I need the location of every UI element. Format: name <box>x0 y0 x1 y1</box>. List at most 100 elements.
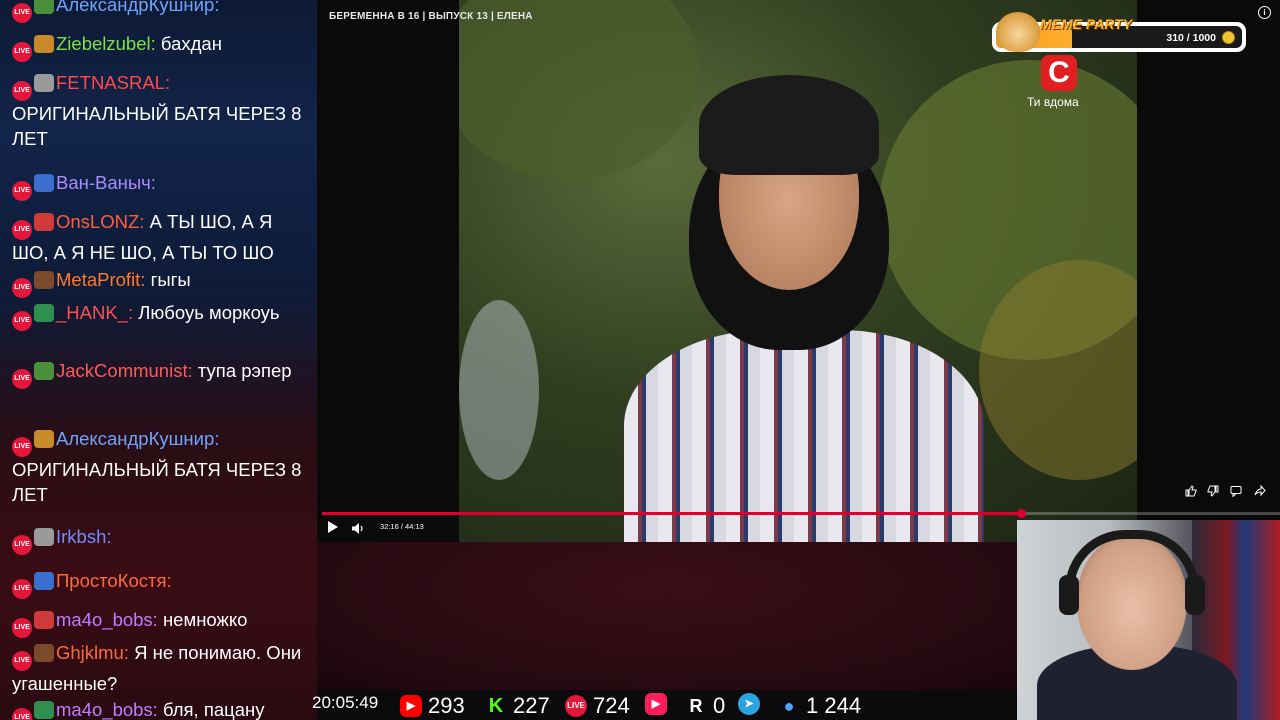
chat-nickname[interactable]: ПростоКостя: <box>56 570 172 591</box>
live-badge-icon: LIVE <box>12 535 32 555</box>
chat-message: LIVE MetaProfit: гыгы <box>12 267 308 298</box>
chat-text: бля, пацану <box>162 699 265 720</box>
chat-message: LIVE JackCommunist: тупа рэпер <box>12 358 308 389</box>
rumble-icon: R <box>689 696 703 716</box>
chat-text: Любоуь моркоуь <box>138 302 280 323</box>
vkplay-viewers: ▶ <box>645 693 667 715</box>
chat-nickname[interactable]: АлександрКушнир: <box>56 0 219 15</box>
channel-name: Ти вдома <box>1027 95 1079 109</box>
chat-nickname[interactable]: ma4o_bobs: <box>56 609 158 630</box>
video-frame: С Ти вдома <box>459 0 1137 542</box>
volume-icon[interactable] <box>352 521 364 539</box>
live-badge-icon: LIVE <box>12 3 32 23</box>
chat-nickname[interactable]: _HANK_: <box>56 302 133 323</box>
chat-panel: LIVE АлександрКушнир: LIVE Ziebelzubel: бах… <box>0 0 317 720</box>
user-badge-icon <box>34 572 54 590</box>
person-figure <box>624 330 984 542</box>
chat-text: гыгы <box>150 269 191 290</box>
chat-nickname[interactable]: ma4o_bobs: <box>56 699 158 720</box>
chat-text: ОРИГИНАЛЬНЫЙ БАТЯ ЧЕРЕЗ 8 ЛЕТ <box>12 459 302 505</box>
live-badge-icon: LIVE <box>12 579 32 599</box>
chat-nickname[interactable]: Ziebelzubel: <box>56 33 156 54</box>
user-badge-icon <box>34 35 54 53</box>
like-icon[interactable] <box>1184 485 1198 499</box>
live-badge-icon: LIVE <box>12 278 32 298</box>
video-title[interactable]: БЕРЕМЕННА В 16 | ВЫПУСК 13 | ЕЛЕНА <box>329 11 533 22</box>
user-badge-icon <box>34 213 54 231</box>
coin-icon <box>1222 31 1235 44</box>
vkplay-icon: ▶ <box>645 693 667 715</box>
live-badge-icon: LIVE <box>12 81 32 101</box>
chat-nickname[interactable]: JackCommunist: <box>56 360 193 381</box>
chat-message: LIVE АлександрКушнир: <box>12 0 308 23</box>
kick-viewers: K 227 <box>485 693 550 719</box>
beanie <box>699 75 879 175</box>
chat-nickname[interactable]: OnsLONZ: <box>56 211 144 232</box>
chat-text: тупа рэпер <box>197 360 292 381</box>
live-viewers: LIVE 724 <box>565 693 630 719</box>
live-badge-icon: LIVE <box>12 618 32 638</box>
total-viewers: ● 1 244 <box>778 693 862 719</box>
telegram-link: ➤ <box>738 693 760 715</box>
live-badge-icon: LIVE <box>12 369 32 389</box>
chat-message: LIVE Ван-Ваныч: <box>12 170 308 201</box>
live-icon: LIVE <box>565 695 587 717</box>
live-badge-icon: LIVE <box>12 181 32 201</box>
chat-nickname[interactable]: FETNASRAL: <box>56 72 170 93</box>
chat-nickname[interactable]: Ghjklmu: <box>56 642 129 663</box>
user-badge-icon <box>34 644 54 662</box>
live-badge-icon: LIVE <box>12 220 32 240</box>
chat-message: LIVE ПростоКостя: <box>12 568 308 599</box>
user-badge-icon <box>34 271 54 289</box>
live-badge-icon: LIVE <box>12 651 32 671</box>
chat-message: LIVE Irkbsh: <box>12 524 308 555</box>
live-badge-icon: LIVE <box>12 42 32 62</box>
stream-stats-bar: 20:05:49 ▶ 293 K 227 LIVE 724 ▶ R 0 ➤ ● … <box>300 690 900 720</box>
chat-text: ОРИГИНАЛЬНЫЙ БАТЯ ЧЕРЕЗ 8 ЛЕТ <box>12 103 302 149</box>
chat-nickname[interactable]: АлександрКушнир: <box>56 428 219 449</box>
chat-message: LIVE _HANK_: Любоуь моркоуь <box>12 300 308 331</box>
chat-nickname[interactable]: Ван-Ваныч: <box>56 172 156 193</box>
rumble-viewers: R 0 <box>685 693 726 719</box>
share-icon[interactable] <box>1253 484 1267 499</box>
user-badge-icon <box>34 74 54 92</box>
user-badge-icon <box>34 611 54 629</box>
user-badge-icon <box>34 701 54 719</box>
user-badge-icon <box>34 528 54 546</box>
chat-message: LIVE Ziebelzubel: бахдан <box>12 31 308 62</box>
live-badge-icon: LIVE <box>12 708 32 720</box>
live-badge-icon: LIVE <box>12 311 32 331</box>
comment-icon[interactable] <box>1229 485 1243 499</box>
play-icon[interactable] <box>328 520 338 538</box>
user-badge-icon <box>34 362 54 380</box>
time-display: 32:16 / 44:13 <box>380 522 424 531</box>
youtube-viewers: ▶ 293 <box>400 693 465 719</box>
chat-message: LIVE ma4o_bobs: немножко <box>12 607 308 638</box>
kick-icon: K <box>488 695 504 717</box>
dislike-icon[interactable] <box>1206 485 1220 499</box>
chat-message: LIVE OnsLONZ: А ТЫ ШО, А Я ШО, А Я НЕ ШО,… <box>12 209 308 265</box>
meme-party-count: 310 / 1000 <box>1166 32 1216 44</box>
user-badge-icon <box>34 430 54 448</box>
headphones <box>1065 530 1199 610</box>
user-badge-icon <box>34 0 54 14</box>
viewers-icon: ● <box>783 696 795 716</box>
lower-panel <box>317 542 1017 690</box>
video-player[interactable]: С Ти вдома БЕРЕМЕННА В 16 | ВЫПУСК 13 | … <box>317 0 1280 542</box>
chat-text: бахдан <box>160 33 222 54</box>
streamer-webcam <box>1017 520 1280 720</box>
info-icon[interactable]: i <box>1258 6 1271 19</box>
chat-message: LIVE АлександрКушнир: ОРИГИНАЛЬНЫЙ БАТЯ Ч… <box>12 426 308 507</box>
channel-logo: С <box>1041 55 1077 91</box>
clock: 20:05:49 <box>312 693 379 712</box>
youtube-icon: ▶ <box>400 695 422 717</box>
chat-message: LIVE ma4o_bobs: бля, пацану <box>12 697 308 720</box>
doge-icon <box>996 12 1040 52</box>
chat-nickname[interactable]: MetaProfit: <box>56 269 145 290</box>
chat-message: LIVE Ghjklmu: Я не понимаю. Они угашенные… <box>12 640 308 696</box>
chat-message: LIVE FETNASRAL: ОРИГИНАЛЬНЫЙ БАТЯ ЧЕРЕЗ 8… <box>12 70 308 151</box>
user-badge-icon <box>34 304 54 322</box>
telegram-icon: ➤ <box>738 693 760 715</box>
chat-nickname[interactable]: Irkbsh: <box>56 526 112 547</box>
user-badge-icon <box>34 174 54 192</box>
